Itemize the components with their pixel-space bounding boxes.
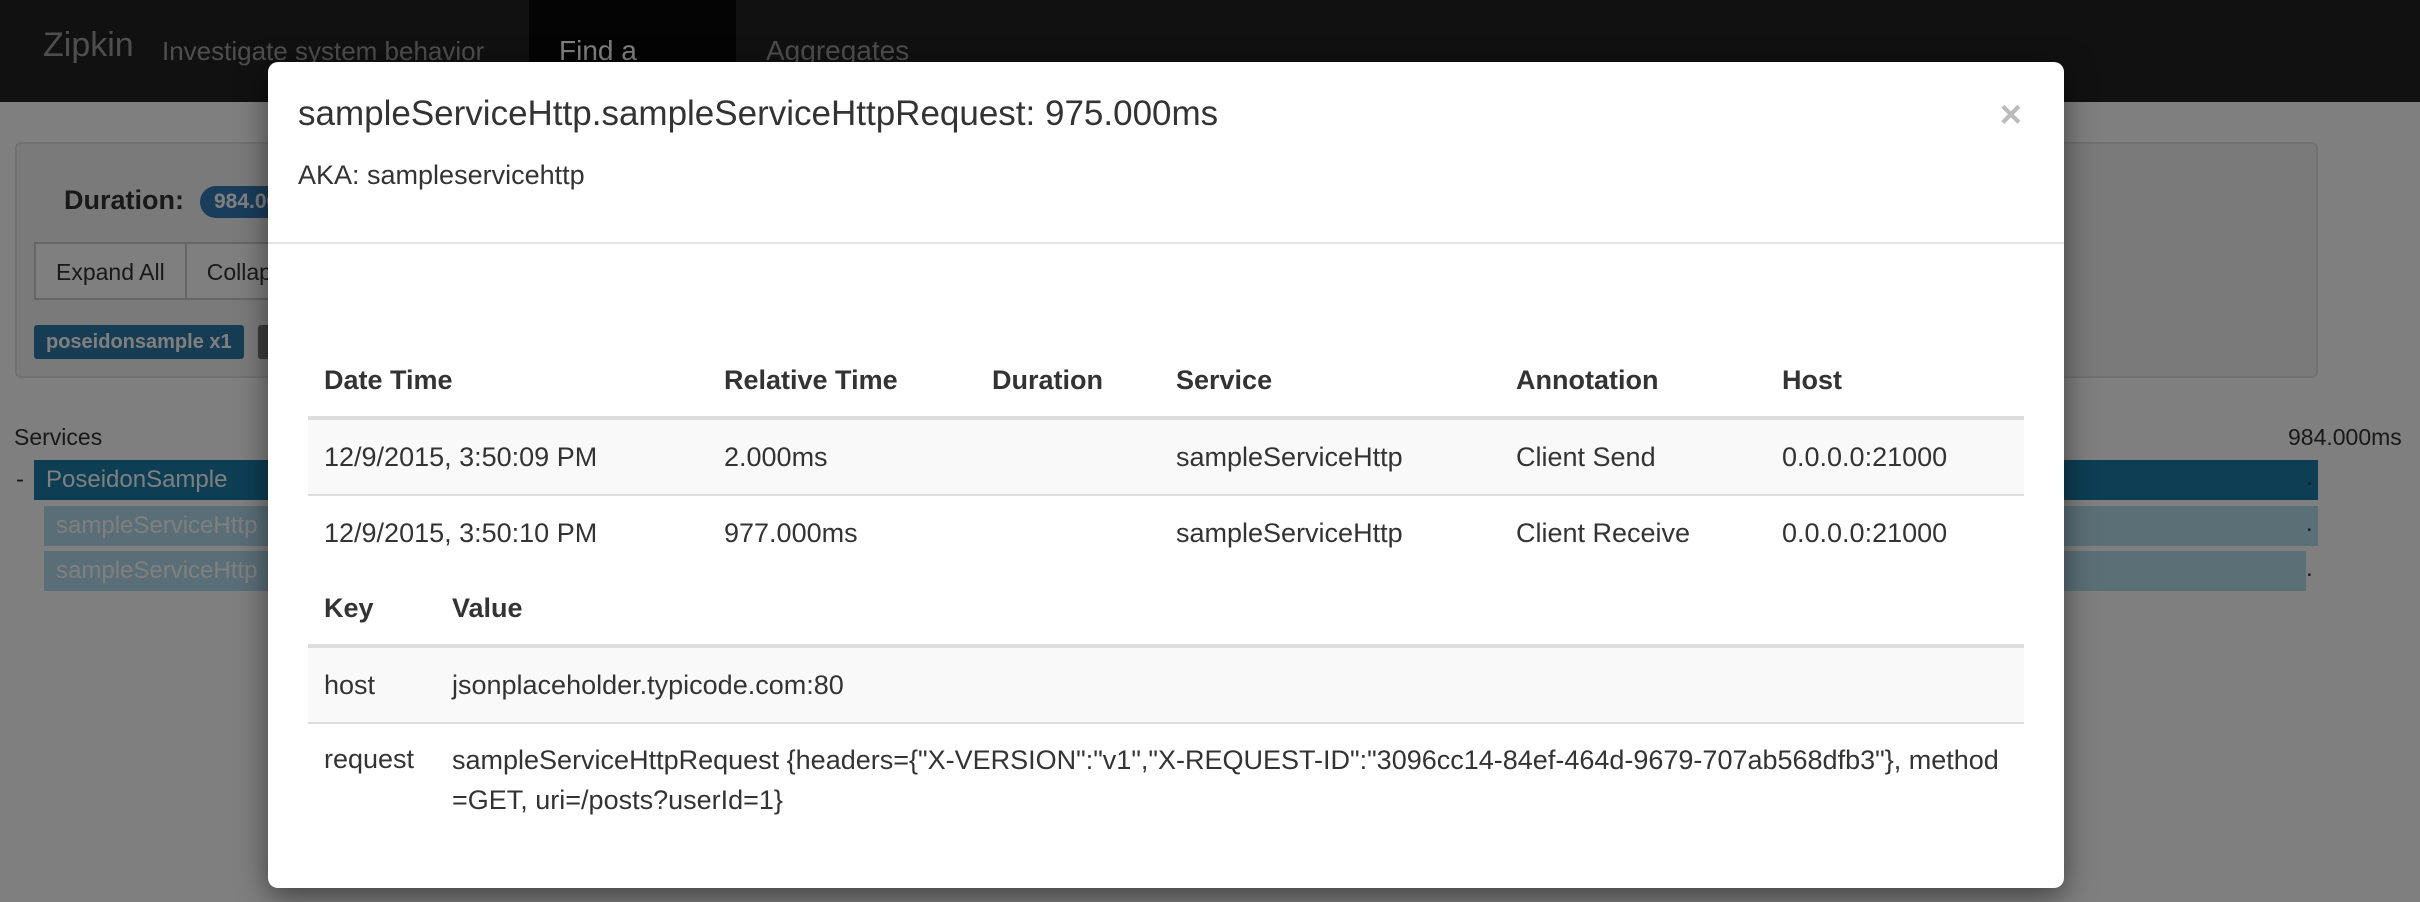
- cell-host: 0.0.0.0:21000: [1766, 494, 2024, 570]
- modal-header-divider: [268, 242, 2064, 244]
- cell-value: jsonplaceholder.typicode.com:80: [436, 645, 2024, 723]
- col-header-datetime: Date Time: [308, 324, 708, 420]
- close-icon[interactable]: ×: [2000, 96, 2022, 134]
- table-row: 12/9/2015, 3:50:10 PM 977.000ms sampleSe…: [308, 494, 2024, 570]
- col-header-duration: Duration: [976, 324, 1160, 420]
- binary-annotations-table: Key Value host jsonplaceholder.typicode.…: [308, 572, 2024, 838]
- col-header-annotation: Annotation: [1500, 324, 1766, 420]
- cell-relative-time: 2.000ms: [708, 417, 976, 495]
- col-header-service: Service: [1160, 324, 1500, 420]
- cell-annotation: Client Send: [1500, 417, 1766, 495]
- cell-key: host: [308, 645, 436, 723]
- cell-service: sampleServiceHttp: [1160, 417, 1500, 495]
- annotations-table: Date Time Relative Time Duration Service…: [308, 324, 2024, 570]
- cell-service: sampleServiceHttp: [1160, 494, 1500, 570]
- cell-key: request: [308, 722, 436, 838]
- table-row: request sampleServiceHttpRequest {header…: [308, 722, 2024, 838]
- cell-relative-time: 977.000ms: [708, 494, 976, 570]
- cell-duration: [976, 494, 1160, 570]
- cell-datetime: 12/9/2015, 3:50:09 PM: [308, 417, 708, 495]
- col-header-relative-time: Relative Time: [708, 324, 976, 420]
- cell-value: sampleServiceHttpRequest {headers={"X-VE…: [436, 722, 2024, 838]
- modal-aka: AKA: sampleservicehttp: [298, 160, 585, 190]
- col-header-value: Value: [436, 572, 2024, 648]
- cell-host: 0.0.0.0:21000: [1766, 417, 2024, 495]
- table-row: 12/9/2015, 3:50:09 PM 2.000ms sampleServ…: [308, 417, 2024, 495]
- table-row: host jsonplaceholder.typicode.com:80: [308, 645, 2024, 723]
- cell-annotation: Client Receive: [1500, 494, 1766, 570]
- span-detail-modal: sampleServiceHttp.sampleServiceHttpReque…: [268, 62, 2064, 888]
- modal-title: sampleServiceHttp.sampleServiceHttpReque…: [298, 94, 1219, 133]
- col-header-host: Host: [1766, 324, 2024, 420]
- cell-datetime: 12/9/2015, 3:50:10 PM: [308, 494, 708, 570]
- col-header-key: Key: [308, 572, 436, 648]
- cell-duration: [976, 417, 1160, 495]
